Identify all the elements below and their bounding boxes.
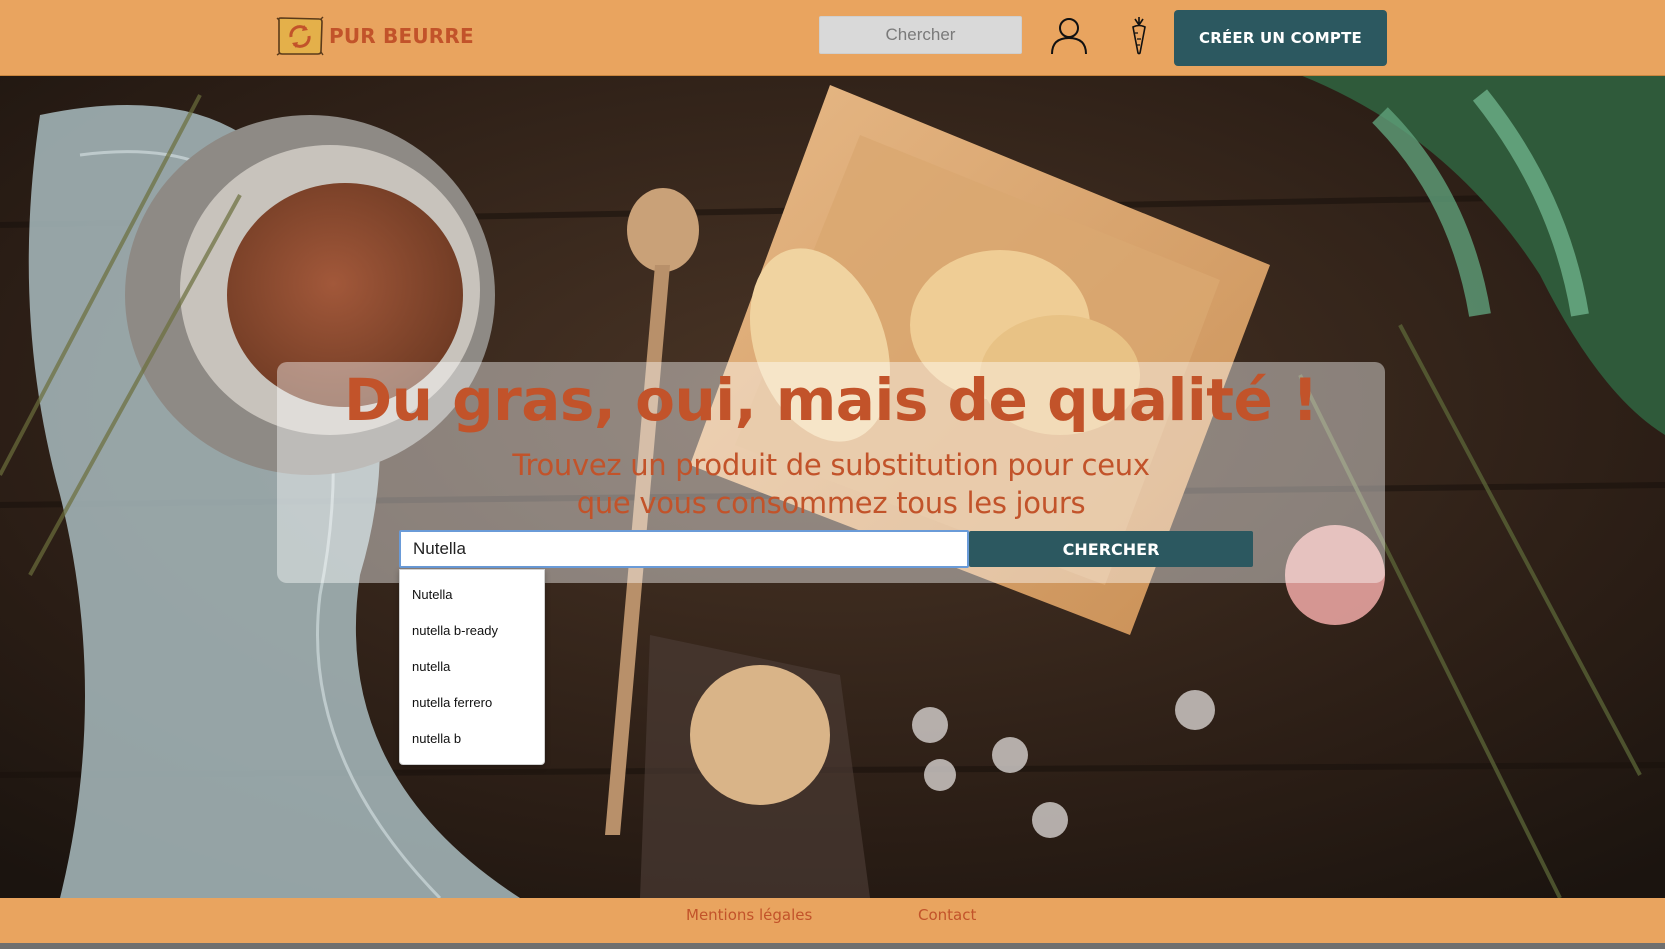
legal-notice-link[interactable]: Mentions légales: [686, 906, 812, 924]
pur-beurre-logo-icon: [276, 16, 324, 56]
suggestion-item[interactable]: nutella b-ready: [400, 613, 544, 649]
footer-bottom-border: [0, 943, 1665, 949]
contact-link[interactable]: Contact: [918, 906, 976, 924]
search-suggestions-list: Nutella nutella b-ready nutella nutella …: [399, 569, 545, 765]
create-account-button[interactable]: CRÉER UN COMPTE: [1174, 10, 1387, 66]
user-account-link[interactable]: [1050, 16, 1088, 56]
suggestion-item[interactable]: nutella b: [400, 721, 544, 757]
user-icon: [1051, 18, 1087, 55]
product-search-button[interactable]: CHERCHER: [969, 531, 1253, 567]
brand-name: PUR BEURRE: [329, 24, 474, 48]
hero-subtitle: Trouvez un produit de substitution pour …: [512, 448, 1150, 520]
suggestion-item[interactable]: nutella: [400, 649, 544, 685]
suggestion-item[interactable]: nutella ferrero: [400, 685, 544, 721]
page: PUR BEURRE CRÉER UN COMPTE: [0, 0, 1665, 949]
hero-title: Du gras, oui, mais de qualité !: [343, 366, 1319, 434]
favorites-link[interactable]: [1128, 15, 1150, 55]
footer: Mentions légales Contact: [0, 898, 1665, 949]
top-navbar: PUR BEURRE CRÉER UN COMPTE: [0, 0, 1665, 76]
product-search-input[interactable]: [399, 530, 970, 568]
carrot-icon: [1132, 17, 1146, 55]
product-search-form: CHERCHER: [399, 530, 1253, 568]
suggestion-item[interactable]: Nutella: [400, 577, 544, 613]
hero-card: Du gras, oui, mais de qualité ! Trouvez …: [277, 362, 1385, 583]
header-search-input[interactable]: [819, 16, 1022, 54]
brand-link[interactable]: PUR BEURRE: [276, 16, 474, 56]
